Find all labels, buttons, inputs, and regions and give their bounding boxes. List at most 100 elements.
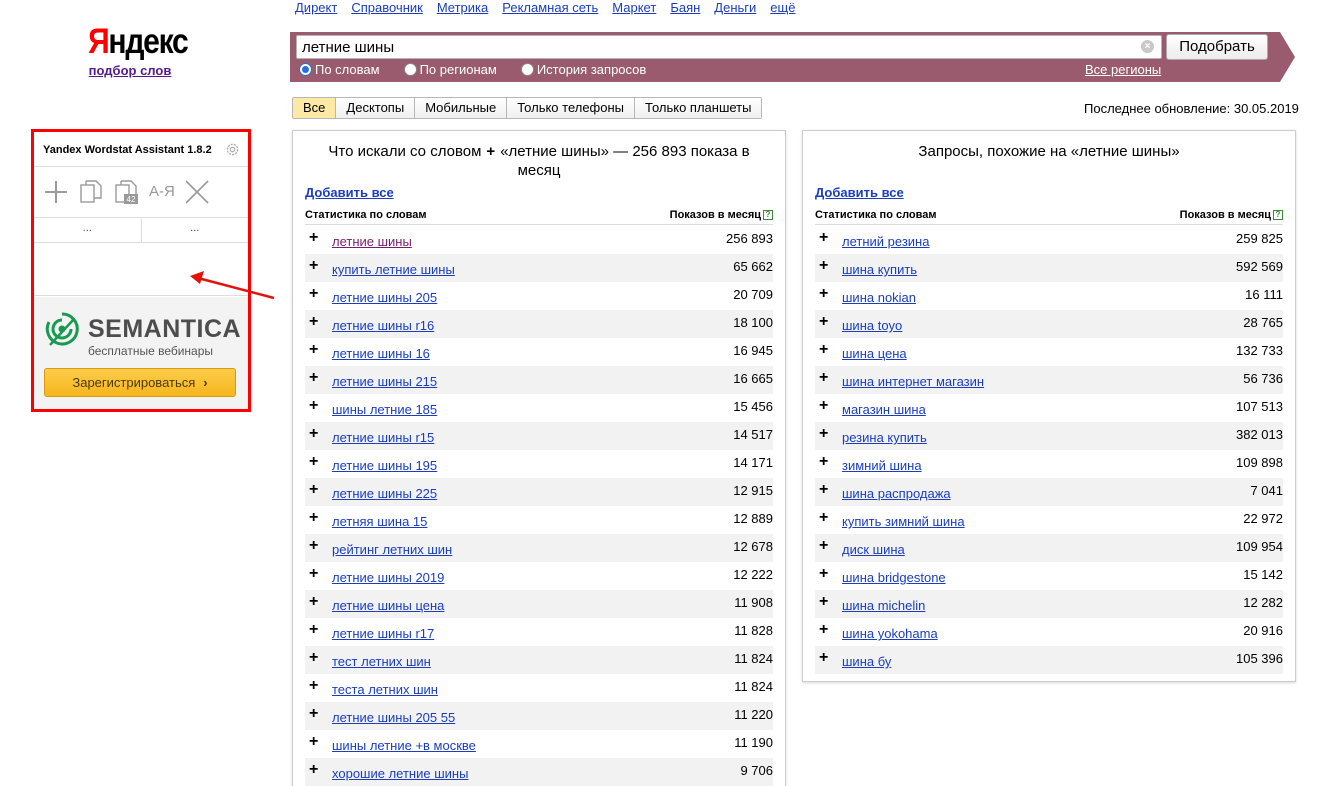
add-phrase-icon[interactable]: +: [815, 342, 835, 358]
add-all-link[interactable]: Добавить все: [305, 185, 394, 200]
phrase-link[interactable]: летние шины 215: [332, 374, 437, 389]
nav-link-market[interactable]: Маркет: [612, 0, 656, 18]
semantica-ad[interactable]: SEMANTICA бесплатные вебинары Зарегистри…: [34, 297, 248, 409]
add-phrase-icon[interactable]: +: [305, 258, 325, 274]
add-phrase-icon[interactable]: +: [305, 314, 325, 330]
phrase-link[interactable]: шина michelin: [842, 598, 925, 613]
yandex-logo[interactable]: Яндекс подбор слов: [80, 22, 189, 78]
add-phrase-icon[interactable]: +: [305, 510, 325, 526]
nav-link-bayan[interactable]: Баян: [670, 0, 700, 18]
clear-search-icon[interactable]: ×: [1141, 40, 1154, 53]
add-phrase-icon[interactable]: +: [305, 762, 325, 778]
help-icon[interactable]: ?: [763, 210, 773, 220]
sort-az-icon[interactable]: А-Я: [149, 183, 175, 200]
add-phrase-icon[interactable]: +: [815, 286, 835, 302]
tab-mobile[interactable]: Мобильные: [414, 98, 507, 118]
nav-link-reference[interactable]: Справочник: [351, 0, 423, 18]
add-phrase-icon[interactable]: +: [815, 230, 835, 246]
tab-desktops[interactable]: Десктопы: [335, 98, 415, 118]
nav-link-direct[interactable]: Директ: [295, 0, 337, 18]
add-phrase-icon[interactable]: +: [305, 454, 325, 470]
radio-history[interactable]: История запросов: [520, 62, 646, 77]
add-phrase-icon[interactable]: +: [815, 594, 835, 610]
add-phrase-icon[interactable]: +: [305, 566, 325, 582]
plus-icon[interactable]: [43, 179, 69, 205]
add-phrase-icon[interactable]: +: [305, 594, 325, 610]
phrase-link[interactable]: теста летних шин: [332, 682, 438, 697]
add-phrase-icon[interactable]: +: [815, 566, 835, 582]
tab-tablets-only[interactable]: Только планшеты: [634, 98, 762, 118]
add-phrase-icon[interactable]: +: [815, 454, 835, 470]
tab-phones-only[interactable]: Только телефоны: [506, 98, 635, 118]
phrase-link[interactable]: летние шины 2019: [332, 570, 444, 585]
phrase-link[interactable]: купить зимний шина: [842, 514, 965, 529]
extension-col-right[interactable]: ...: [142, 219, 249, 242]
phrase-link[interactable]: летние шины r16: [332, 318, 434, 333]
phrase-link[interactable]: резина купить: [842, 430, 927, 445]
phrase-link[interactable]: летние шины 195: [332, 458, 437, 473]
add-phrase-icon[interactable]: +: [305, 482, 325, 498]
phrase-link[interactable]: шина бу: [842, 654, 891, 669]
phrase-link[interactable]: летние шины 205 55: [332, 710, 455, 725]
extension-col-left[interactable]: ...: [34, 219, 142, 242]
nav-link-money[interactable]: Деньги: [714, 0, 756, 18]
add-phrase-icon[interactable]: +: [815, 510, 835, 526]
logo-subtitle-link[interactable]: подбор слов: [80, 63, 180, 78]
add-phrase-icon[interactable]: +: [815, 538, 835, 554]
add-phrase-icon[interactable]: +: [305, 734, 325, 750]
gear-icon[interactable]: [225, 142, 240, 157]
phrase-link[interactable]: шина интернет магазин: [842, 374, 984, 389]
add-phrase-icon[interactable]: +: [815, 482, 835, 498]
add-phrase-icon[interactable]: +: [305, 622, 325, 638]
radio-by-words[interactable]: По словам: [299, 62, 380, 77]
add-phrase-icon[interactable]: +: [815, 622, 835, 638]
help-icon[interactable]: ?: [1273, 210, 1283, 220]
add-phrase-icon[interactable]: +: [305, 398, 325, 414]
tab-all[interactable]: Все: [293, 98, 336, 118]
add-phrase-icon[interactable]: +: [815, 398, 835, 414]
phrase-link[interactable]: шина распродажа: [842, 486, 951, 501]
nav-link-more[interactable]: ещё: [770, 0, 795, 18]
phrase-link[interactable]: летние шины r17: [332, 626, 434, 641]
add-phrase-icon[interactable]: +: [815, 426, 835, 442]
radio-by-regions[interactable]: По регионам: [403, 62, 497, 77]
register-button[interactable]: Зарегистрироваться ›: [44, 368, 236, 397]
add-phrase-icon[interactable]: +: [815, 258, 835, 274]
add-phrase-icon[interactable]: +: [815, 650, 835, 666]
phrase-link[interactable]: шины летние 185: [332, 402, 437, 417]
add-phrase-icon[interactable]: +: [305, 706, 325, 722]
phrase-link[interactable]: хорошие летние шины: [332, 766, 468, 781]
phrase-link[interactable]: шины летние +в москве: [332, 738, 476, 753]
phrase-link[interactable]: тест летних шин: [332, 654, 431, 669]
phrase-link[interactable]: шина yokohama: [842, 626, 938, 641]
phrase-link[interactable]: магазин шина: [842, 402, 926, 417]
add-phrase-icon[interactable]: +: [305, 370, 325, 386]
clear-icon[interactable]: [184, 179, 210, 205]
phrase-link[interactable]: летние шины: [332, 234, 412, 249]
all-regions-link[interactable]: Все регионы: [1085, 62, 1161, 77]
add-phrase-icon[interactable]: +: [305, 286, 325, 302]
phrase-link[interactable]: летние шины 225: [332, 486, 437, 501]
add-phrase-icon[interactable]: +: [305, 650, 325, 666]
phrase-link[interactable]: летние шины r15: [332, 430, 434, 445]
add-phrase-icon[interactable]: +: [305, 342, 325, 358]
add-all-link[interactable]: Добавить все: [815, 185, 904, 200]
phrase-link[interactable]: шина цена: [842, 346, 907, 361]
phrase-link[interactable]: рейтинг летних шин: [332, 542, 452, 557]
phrase-link[interactable]: летние шины 205: [332, 290, 437, 305]
phrase-link[interactable]: летние шины цена: [332, 598, 444, 613]
search-input[interactable]: летние шины: [296, 35, 1162, 59]
phrase-link[interactable]: летний резина: [842, 234, 929, 249]
copy-icon[interactable]: [78, 179, 104, 205]
phrase-link[interactable]: летняя шина 15: [332, 514, 427, 529]
add-phrase-icon[interactable]: +: [815, 314, 835, 330]
phrase-link[interactable]: зимний шина: [842, 458, 922, 473]
add-phrase-icon[interactable]: +: [305, 538, 325, 554]
phrase-link[interactable]: шина nokian: [842, 290, 916, 305]
phrase-link[interactable]: диск шина: [842, 542, 905, 557]
add-phrase-icon[interactable]: +: [305, 426, 325, 442]
search-button[interactable]: Подобрать: [1166, 34, 1268, 60]
phrase-link[interactable]: купить летние шины: [332, 262, 455, 277]
nav-link-ad-network[interactable]: Рекламная сеть: [502, 0, 598, 18]
nav-link-metrika[interactable]: Метрика: [437, 0, 488, 18]
